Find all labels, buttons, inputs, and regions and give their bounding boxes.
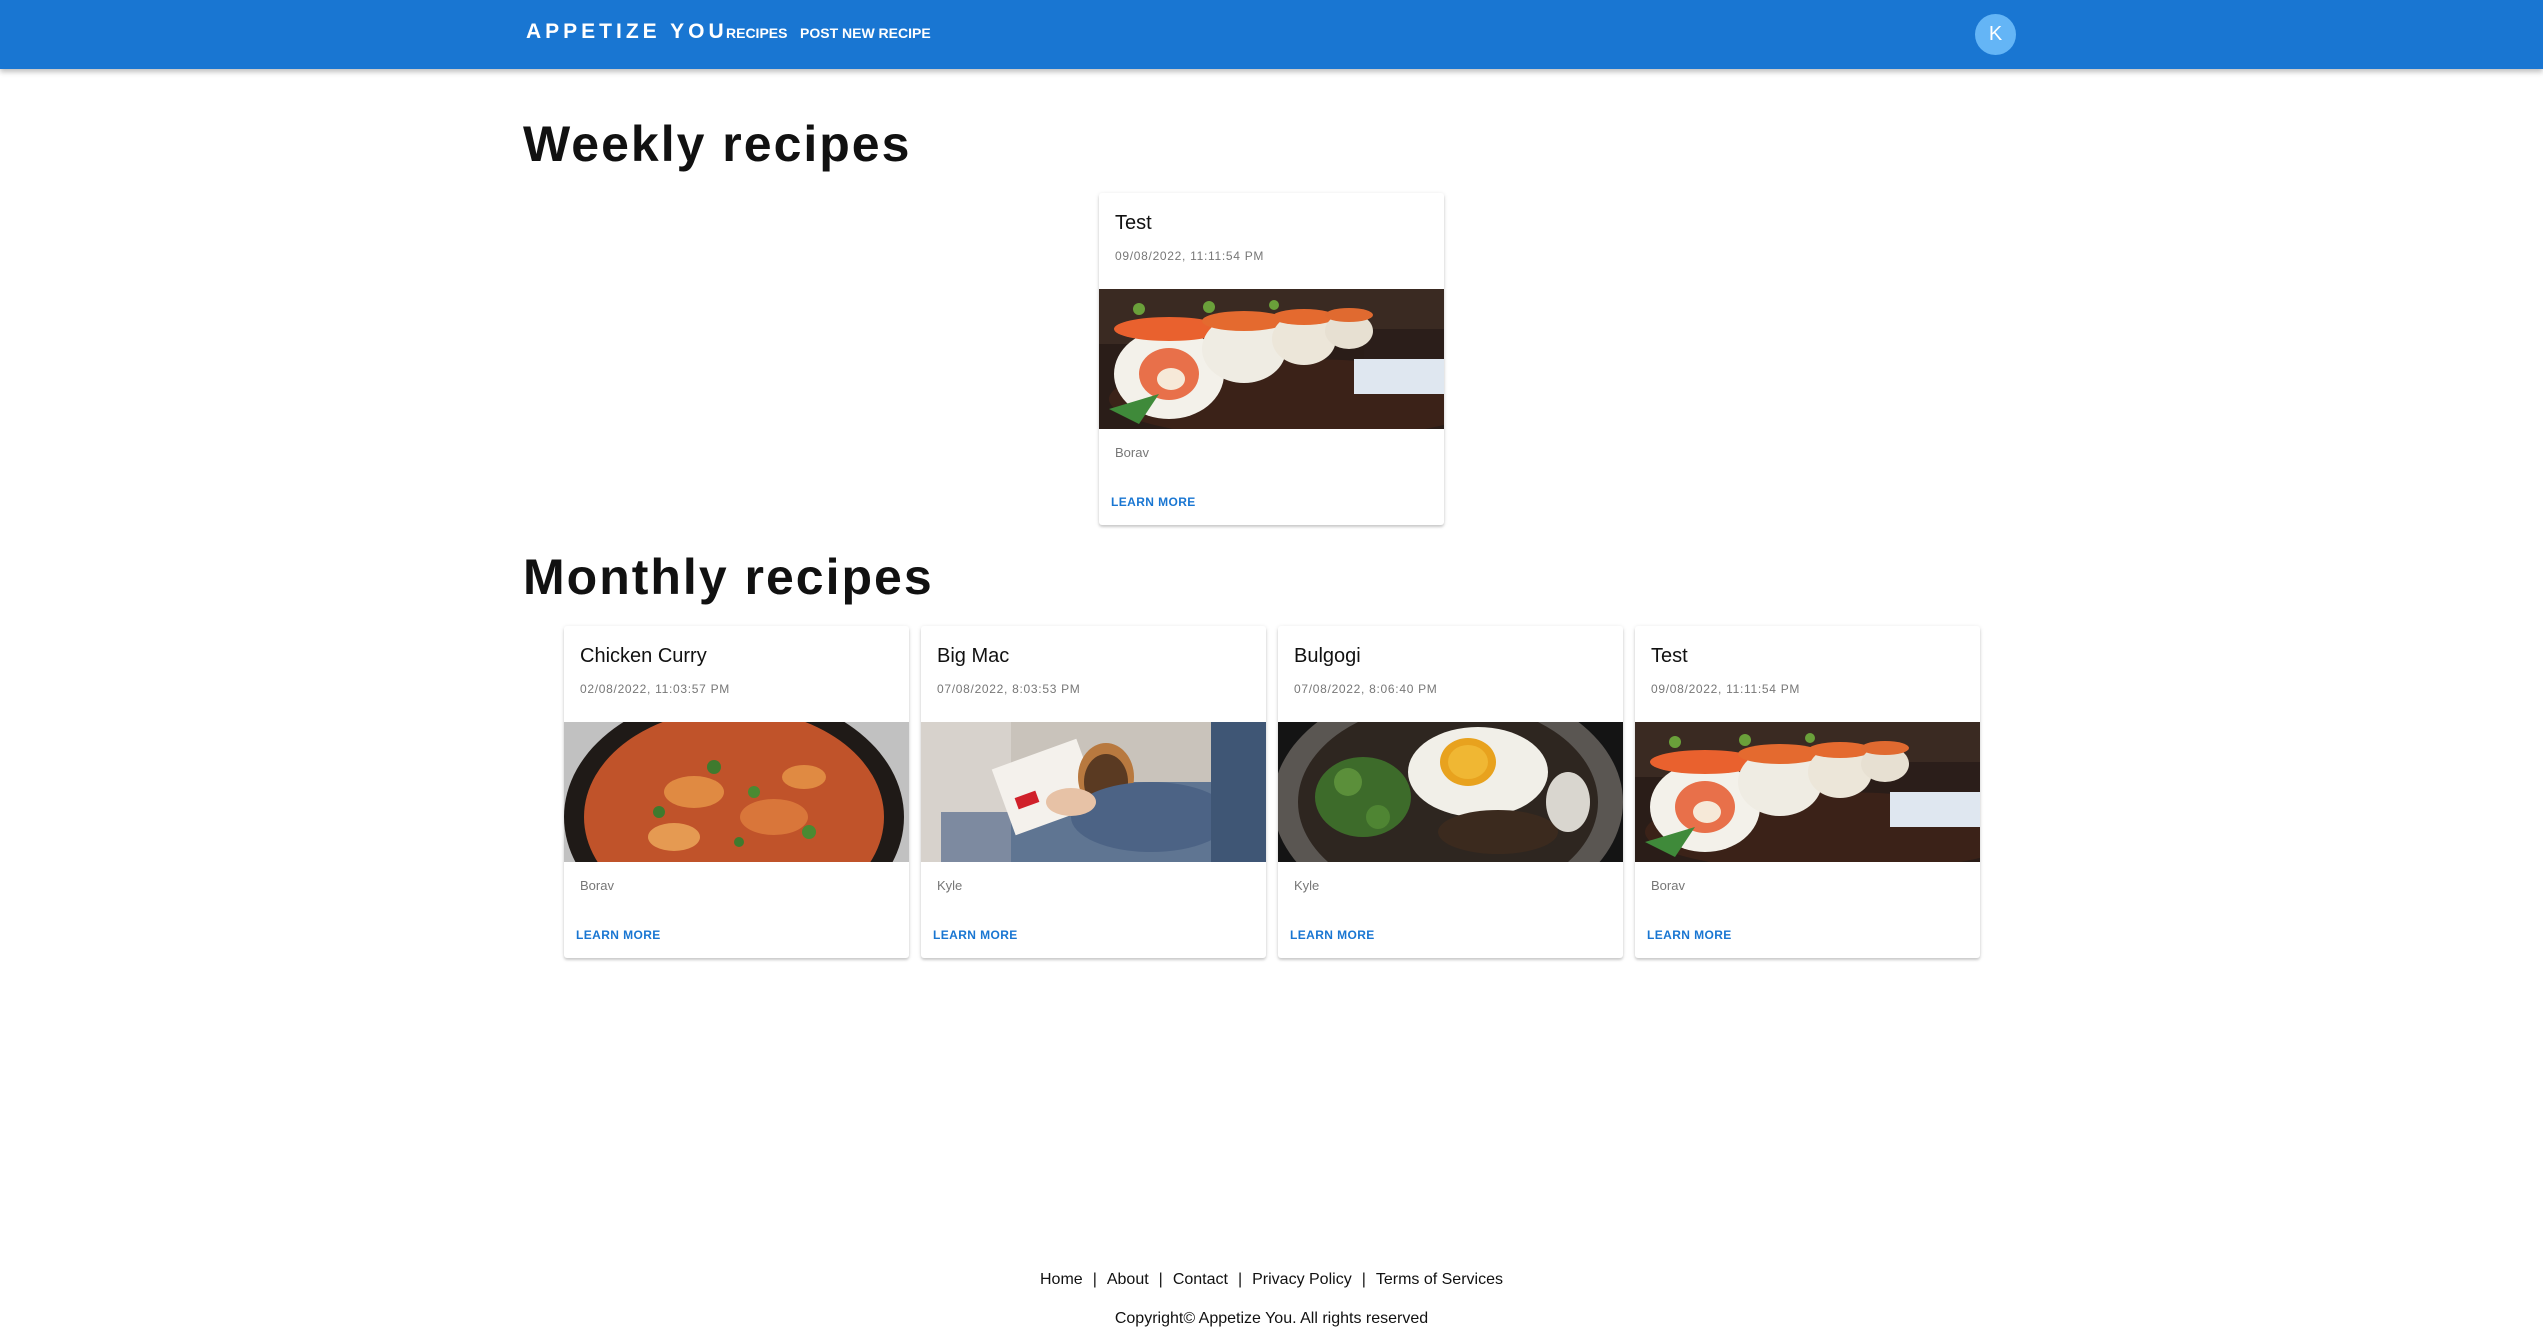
user-avatar[interactable]: K	[1975, 14, 2016, 55]
copyright-text: Copyright© Appetize You. All rights rese…	[1114, 1310, 1429, 1327]
recipe-date: 07/08/2022, 8:06:40 PM	[1294, 682, 1438, 696]
recipe-author: Kyle	[1294, 878, 1320, 893]
recipe-card: Chicken Curry 02/08/2022, 11:03:57 PM Bo…	[564, 626, 909, 958]
recipe-card: Test 09/08/2022, 11:11:54 PM Borav LEARN…	[1635, 626, 1980, 958]
footer-link-contact[interactable]: Contact	[1173, 1271, 1228, 1288]
recipe-date: 02/08/2022, 11:03:57 PM	[580, 682, 730, 696]
recipe-title: Bulgogi	[1294, 645, 1361, 667]
recipe-title: Test	[1651, 645, 1688, 667]
recipe-title: Test	[1115, 212, 1152, 234]
learn-more-button[interactable]: LEARN MORE	[933, 928, 1018, 942]
recipe-author: Borav	[580, 878, 614, 893]
learn-more-button[interactable]: LEARN MORE	[576, 928, 661, 942]
learn-more-button[interactable]: LEARN MORE	[1647, 928, 1732, 942]
recipe-image	[1635, 722, 1980, 862]
footer-separator: |	[1158, 1271, 1163, 1288]
recipe-image	[564, 722, 909, 862]
recipe-author: Borav	[1651, 878, 1685, 893]
recipe-image	[921, 722, 1266, 862]
recipe-card: Big Mac 07/08/2022, 8:03:53 PM Kyle LEAR…	[921, 626, 1266, 958]
footer-link-privacy-policy[interactable]: Privacy Policy	[1252, 1271, 1352, 1288]
recipe-card: Test 09/08/2022, 11:11:54 PM Borav LEARN…	[1099, 193, 1444, 525]
weekly-section-title: Weekly recipes	[523, 116, 912, 172]
footer-link-terms-of-services[interactable]: Terms of Services	[1376, 1271, 1503, 1288]
recipe-date: 09/08/2022, 11:11:54 PM	[1651, 682, 1801, 696]
recipe-title: Big Mac	[937, 645, 1010, 667]
recipe-date: 07/08/2022, 8:03:53 PM	[937, 682, 1081, 696]
footer-link-about[interactable]: About	[1107, 1271, 1149, 1288]
recipe-title: Chicken Curry	[580, 645, 707, 667]
learn-more-button[interactable]: LEARN MORE	[1290, 928, 1375, 942]
nav-post-new-recipe[interactable]: POST NEW RECIPE	[800, 25, 931, 41]
learn-more-button[interactable]: LEARN MORE	[1111, 495, 1196, 509]
footer-separator: |	[1361, 1271, 1366, 1288]
recipe-author: Borav	[1115, 445, 1149, 460]
footer-separator: |	[1092, 1271, 1097, 1288]
footer-link-home[interactable]: Home	[1040, 1271, 1083, 1288]
recipe-date: 09/08/2022, 11:11:54 PM	[1115, 249, 1265, 263]
app-bar: APPETIZE YOU RECIPES POST NEW RECIPE K	[0, 0, 2543, 69]
monthly-section-title: Monthly recipes	[523, 549, 934, 605]
recipe-image	[1099, 289, 1444, 429]
recipe-author: Kyle	[937, 878, 963, 893]
footer-links: Home | About | Contact | Privacy Policy | Terms …	[0, 1271, 2543, 1289]
recipe-card: Bulgogi 07/08/2022, 8:06:40 PM Kyle LEAR…	[1278, 626, 1623, 958]
nav-recipes[interactable]: RECIPES	[726, 25, 787, 41]
recipe-image	[1278, 722, 1623, 862]
brand-logo[interactable]: APPETIZE YOU	[526, 20, 728, 44]
footer-separator: |	[1237, 1271, 1243, 1288]
